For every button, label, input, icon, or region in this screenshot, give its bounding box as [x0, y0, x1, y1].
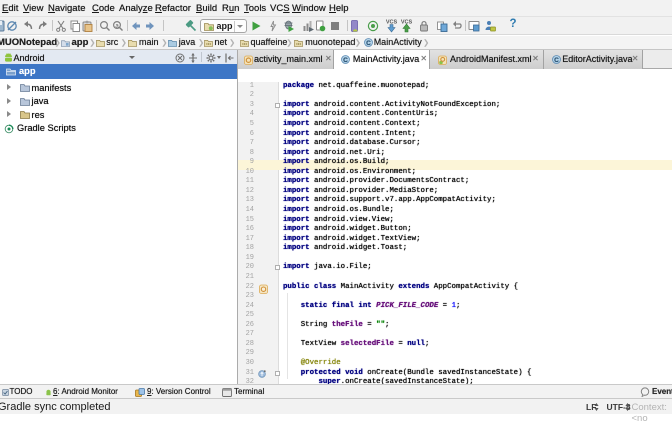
svg-text:C: C: [554, 57, 559, 64]
svg-text:C: C: [366, 40, 371, 47]
svg-text:C: C: [344, 57, 349, 64]
